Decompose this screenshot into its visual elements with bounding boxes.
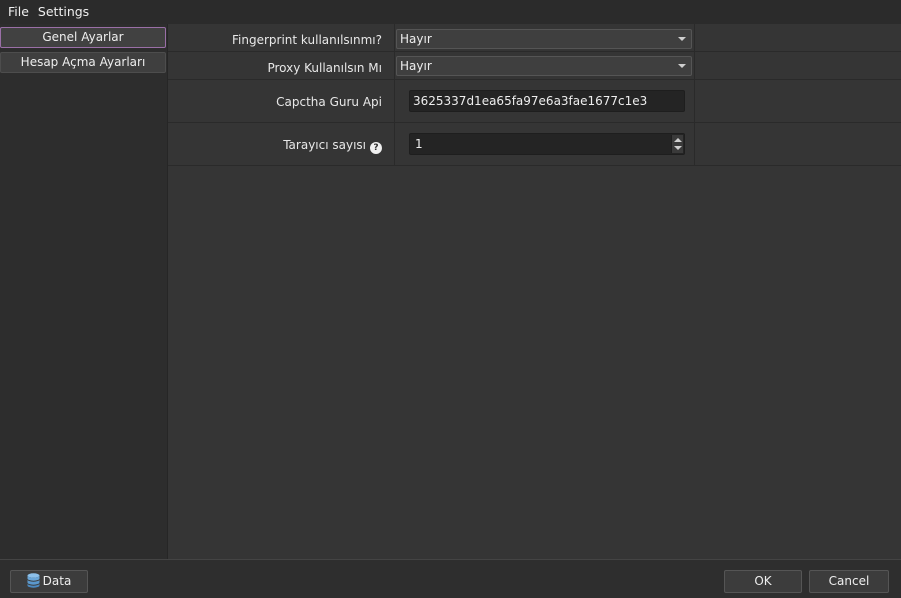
row-divider [694, 24, 695, 52]
data-button-label: Data [42, 574, 72, 588]
spin-buttons[interactable] [671, 135, 683, 153]
browsers-label: Tarayıcı sayısı [283, 138, 366, 152]
cancel-button[interactable]: Cancel [809, 570, 889, 593]
captcha-api-input[interactable]: 3625337d1ea65fa97e6a3fae1677c1e3 [409, 90, 685, 112]
fingerprint-label: Fingerprint kullanılsınmı? [232, 33, 382, 47]
data-button[interactable]: Data [10, 570, 88, 593]
question-circle-icon[interactable]: ? [370, 142, 382, 154]
database-icon [27, 573, 40, 588]
row-divider [394, 24, 395, 52]
setting-row-fingerprint: Fingerprint kullanılsınmı? Hayır [168, 24, 901, 52]
row-divider [694, 80, 695, 123]
captcha-label: Capctha Guru Api [276, 95, 382, 109]
setting-row-captcha: Capctha Guru Api 3625337d1ea65fa97e6a3fa… [168, 80, 901, 123]
row-divider [694, 52, 695, 80]
sidebar-item-hesap-acma-ayarlari[interactable]: Hesap Açma Ayarları [0, 52, 166, 73]
menu-file[interactable]: File [0, 0, 34, 24]
row-divider [394, 80, 395, 123]
row-divider [694, 123, 695, 166]
proxy-select[interactable]: Hayır [396, 56, 692, 76]
menu-settings[interactable]: Settings [34, 0, 94, 24]
chevron-down-icon[interactable] [674, 146, 682, 150]
browsers-label-wrap: Tarayıcı sayısı? [168, 138, 388, 154]
fingerprint-select[interactable]: Hayır [396, 29, 692, 49]
proxy-label: Proxy Kullanılsın Mı [267, 61, 382, 75]
sidebar: Genel Ayarlar Hesap Açma Ayarları [0, 24, 168, 559]
ok-button[interactable]: OK [724, 570, 802, 593]
footer-bar: Data OK Cancel [0, 559, 901, 598]
settings-panel: Fingerprint kullanılsınmı? Hayır Proxy K… [168, 24, 901, 559]
row-divider [394, 52, 395, 80]
chevron-up-icon[interactable] [674, 138, 682, 142]
setting-row-browsers: Tarayıcı sayısı? 1 [168, 123, 901, 166]
browser-count-value: 1 [415, 137, 423, 151]
fingerprint-select-value: Hayır [400, 32, 432, 46]
setting-row-proxy: Proxy Kullanılsın Mı Hayır [168, 52, 901, 80]
chevron-down-icon [678, 64, 686, 68]
chevron-down-icon [678, 37, 686, 41]
row-divider [394, 123, 395, 166]
sidebar-item-genel-ayarlar[interactable]: Genel Ayarlar [0, 27, 166, 48]
browser-count-stepper[interactable]: 1 [409, 133, 685, 155]
proxy-select-value: Hayır [400, 59, 432, 73]
menu-bar: File Settings [0, 0, 901, 24]
